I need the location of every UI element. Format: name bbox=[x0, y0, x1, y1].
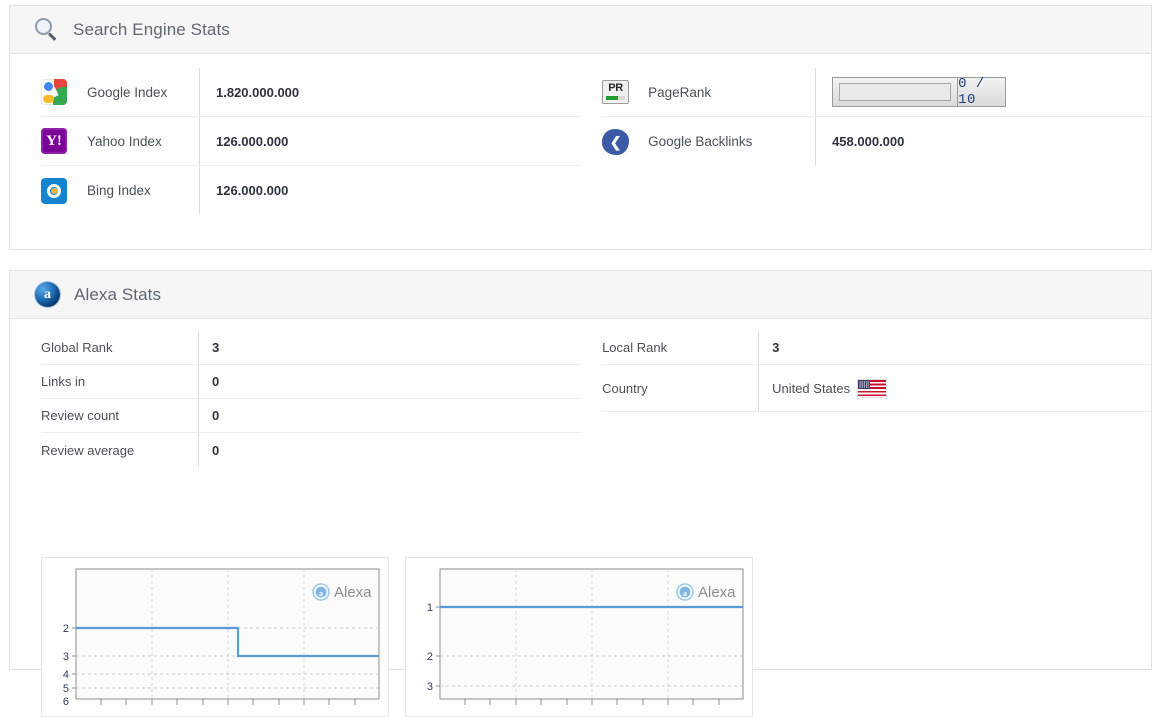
svg-text:6: 6 bbox=[63, 696, 69, 708]
google-icon-cell bbox=[41, 79, 87, 105]
links-in-value: 0 bbox=[212, 374, 220, 389]
search-engine-left-column: Google Index 1.820.000.000 Y! Yahoo Inde… bbox=[10, 68, 582, 215]
svg-text:3: 3 bbox=[63, 651, 69, 663]
svg-text:a: a bbox=[683, 589, 687, 598]
share-icon: ❮ bbox=[602, 128, 630, 155]
column-divider bbox=[815, 68, 817, 116]
review-average-value: 0 bbox=[212, 442, 220, 458]
global-rank-label: Global Rank bbox=[41, 340, 113, 355]
svg-text:2: 2 bbox=[427, 651, 433, 663]
search-engine-right-column: PR PageRank 0 / 10 ❮ Google Backlinks 45… bbox=[581, 68, 1151, 215]
google-index-value: 1.820.000.000 bbox=[216, 84, 300, 100]
table-row-google-backlinks: ❮ Google Backlinks 458.000.000 bbox=[602, 117, 1151, 166]
pagerank-label: PageRank bbox=[648, 84, 712, 100]
pagerank-progress-track bbox=[839, 83, 952, 101]
yahoo-index-label: Yahoo Index bbox=[87, 133, 162, 149]
alexa-rank-charts: 2 3 4 5 6 a Alexa 1 2 3 a Alexa bbox=[41, 557, 753, 717]
local-rank-chart-svg: 1 2 3 a Alexa bbox=[412, 564, 748, 712]
pagerank-icon-cell: PR bbox=[602, 80, 648, 104]
pagerank-bar: 0 / 10 bbox=[832, 76, 1007, 108]
table-row-links-in: Links in 0 bbox=[41, 365, 582, 399]
table-row-country: Country United States bbox=[602, 365, 1151, 412]
table-row-review-average: Review average 0 bbox=[41, 433, 581, 467]
svg-text:4: 4 bbox=[63, 669, 69, 681]
svg-text:5: 5 bbox=[63, 683, 69, 695]
pagerank-score: 0 / 10 bbox=[957, 76, 1005, 108]
local-rank-value: 3 bbox=[772, 340, 780, 355]
country-label: Country bbox=[602, 380, 648, 396]
google-index-label: Google Index bbox=[87, 84, 168, 100]
table-row-local-rank: Local Rank 3 bbox=[602, 331, 1151, 365]
bing-icon bbox=[41, 177, 67, 204]
us-flag-icon bbox=[858, 379, 887, 397]
global-rank-chart-svg: 2 3 4 5 6 a Alexa bbox=[48, 564, 384, 712]
table-row-google-index: Google Index 1.820.000.000 bbox=[41, 68, 582, 117]
search-icon bbox=[35, 17, 59, 42]
table-row-pagerank: PR PageRank 0 / 10 bbox=[602, 68, 1151, 117]
alexa-stats-header: a Alexa Stats bbox=[10, 271, 1151, 319]
yahoo-icon: Y! bbox=[41, 128, 67, 154]
alexa-stats-panel: a Alexa Stats Global Rank 3 Links in 0 R… bbox=[9, 270, 1152, 717]
share-icon-cell: ❮ bbox=[602, 128, 648, 155]
global-rank-value: 3 bbox=[212, 340, 220, 355]
bing-icon-cell bbox=[41, 177, 87, 204]
alexa-left-column: Global Rank 3 Links in 0 Review count 0 … bbox=[10, 331, 582, 467]
bing-index-value: 126.000.000 bbox=[216, 183, 289, 198]
review-count-label: Review count bbox=[41, 408, 120, 423]
svg-text:Alexa: Alexa bbox=[698, 584, 736, 601]
links-in-label: Links in bbox=[41, 374, 86, 389]
global-rank-chart: 2 3 4 5 6 a Alexa bbox=[41, 557, 389, 717]
svg-text:Alexa: Alexa bbox=[334, 584, 372, 601]
search-engine-stats-header: Search Engine Stats bbox=[10, 6, 1151, 54]
pagerank-icon: PR bbox=[602, 80, 630, 104]
svg-text:3: 3 bbox=[427, 681, 433, 693]
alexa-icon: a bbox=[35, 282, 60, 307]
search-engine-stats-panel: Search Engine Stats Google Index 1.820.0… bbox=[9, 5, 1152, 250]
country-value-cell: United States bbox=[759, 379, 887, 397]
table-row-yahoo-index: Y! Yahoo Index 126.000.000 bbox=[41, 117, 582, 166]
table-row-global-rank: Global Rank 3 bbox=[41, 331, 582, 365]
alexa-right-column: Local Rank 3 Country United States bbox=[581, 331, 1151, 467]
yahoo-icon-cell: Y! bbox=[41, 128, 87, 154]
svg-text:1: 1 bbox=[427, 602, 433, 614]
svg-text:a: a bbox=[319, 589, 323, 598]
local-rank-label: Local Rank bbox=[602, 340, 668, 355]
svg-text:2: 2 bbox=[63, 623, 69, 635]
yahoo-index-value: 126.000.000 bbox=[216, 133, 289, 149]
alexa-stats-body: Global Rank 3 Links in 0 Review count 0 … bbox=[10, 319, 1151, 717]
search-engine-stats-title: Search Engine Stats bbox=[73, 19, 230, 39]
review-average-label: Review average bbox=[41, 442, 135, 458]
google-backlinks-value: 458.000.000 bbox=[832, 134, 905, 149]
local-rank-chart: 1 2 3 a Alexa bbox=[405, 557, 753, 717]
review-count-value: 0 bbox=[212, 408, 220, 423]
search-engine-stats-body: Google Index 1.820.000.000 Y! Yahoo Inde… bbox=[10, 54, 1151, 215]
google-icon bbox=[41, 79, 67, 105]
bing-index-label: Bing Index bbox=[87, 183, 151, 198]
alexa-stats-title: Alexa Stats bbox=[74, 284, 162, 304]
google-backlinks-label: Google Backlinks bbox=[648, 134, 753, 149]
table-row-review-count: Review count 0 bbox=[41, 399, 582, 433]
table-row-bing-index: Bing Index 126.000.000 bbox=[41, 166, 581, 215]
country-name: United States bbox=[772, 380, 851, 396]
